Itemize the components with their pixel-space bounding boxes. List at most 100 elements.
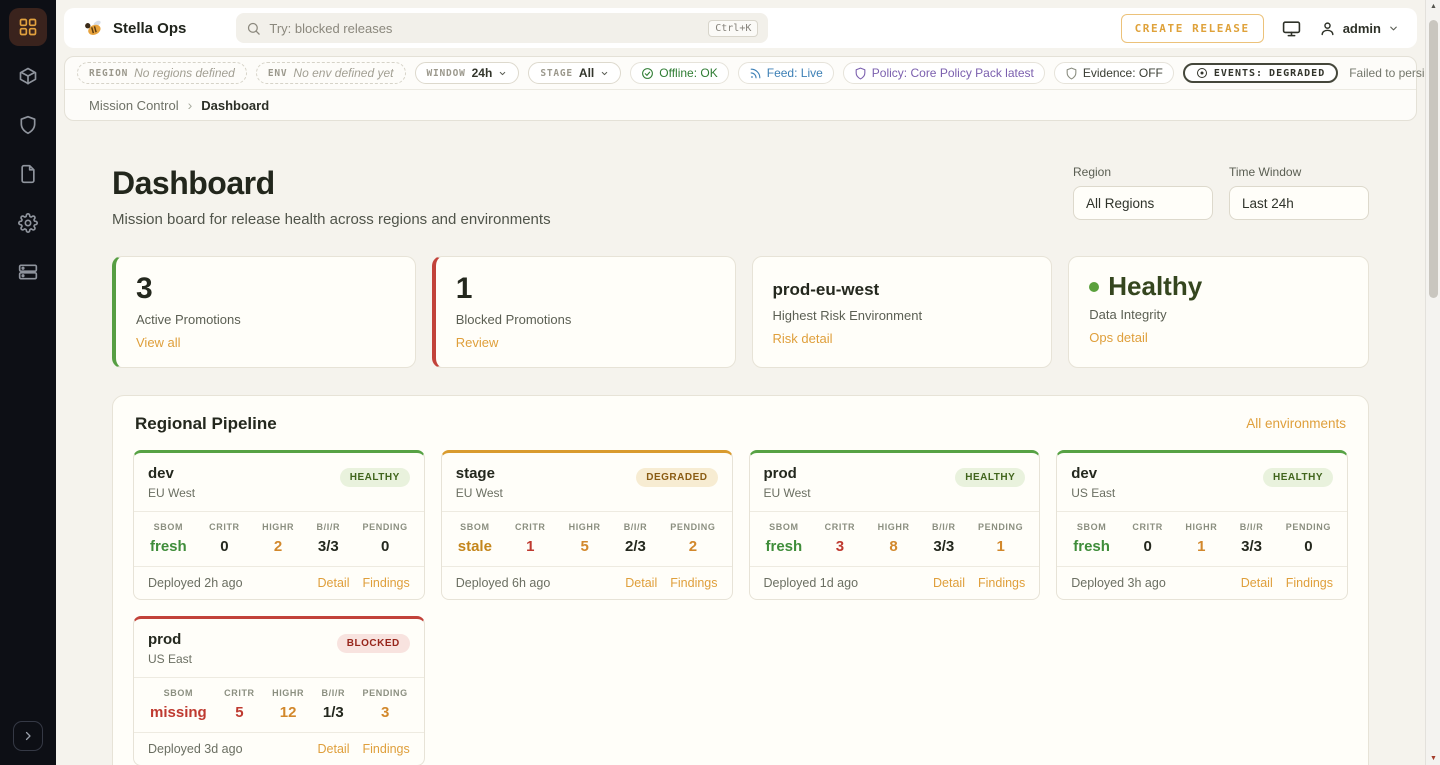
scroll-down-arrow-icon[interactable]: ▼ bbox=[1426, 755, 1440, 762]
detail-link[interactable]: Detail bbox=[318, 576, 350, 590]
offline-status-pill: Offline: OK bbox=[630, 62, 728, 84]
env-card-prod-eu-west: prod EU West HEALTHY SBOMfresh CRITR3 HI… bbox=[749, 450, 1041, 600]
metric-value: 0 bbox=[381, 538, 389, 555]
panel-title: Regional Pipeline bbox=[135, 414, 277, 434]
all-environments-link[interactable]: All environments bbox=[1246, 416, 1346, 431]
scrollbar-thumb[interactable] bbox=[1429, 20, 1438, 298]
findings-link[interactable]: Findings bbox=[978, 576, 1025, 590]
sidebar-item-infrastructure[interactable] bbox=[9, 253, 47, 291]
risk-detail-link[interactable]: Risk detail bbox=[773, 331, 833, 346]
detail-link[interactable]: Detail bbox=[933, 576, 965, 590]
metric-header: SBOM bbox=[154, 522, 183, 532]
window-dropdown-label: WINDOW bbox=[427, 68, 466, 79]
sidebar-item-settings[interactable] bbox=[9, 204, 47, 242]
env-chip[interactable]: ENV No env defined yet bbox=[256, 62, 406, 84]
metric-value: missing bbox=[150, 704, 207, 721]
sidebar-item-releases[interactable] bbox=[9, 57, 47, 95]
app-header: Stella Ops Ctrl+K CREATE RELEASE admin bbox=[64, 8, 1417, 48]
metric-value: 5 bbox=[235, 704, 243, 721]
metric-value: fresh bbox=[766, 538, 803, 555]
metric-highr: HIGHR1 bbox=[1185, 522, 1217, 555]
window-dropdown[interactable]: WINDOW 24h bbox=[415, 62, 520, 84]
metric-sbom: SBOMmissing bbox=[150, 688, 207, 721]
page-title: Dashboard bbox=[112, 165, 551, 202]
metric-value: 5 bbox=[580, 538, 588, 555]
metric-value: 3/3 bbox=[318, 538, 339, 555]
context-warning-text: Failed to persist global context prefere… bbox=[1349, 66, 1425, 80]
detail-link[interactable]: Detail bbox=[1241, 576, 1273, 590]
metric-critr: CRITR5 bbox=[224, 688, 255, 721]
events-value: DEGRADED bbox=[1269, 68, 1325, 79]
context-panel: REGION No regions defined ENV No env def… bbox=[64, 56, 1417, 121]
metric-value: 3/3 bbox=[933, 538, 954, 555]
env-card-dev-us-east: dev US East HEALTHY SBOMfresh CRITR0 HIG… bbox=[1056, 450, 1348, 600]
scroll-up-arrow-icon[interactable]: ▲ bbox=[1426, 3, 1440, 10]
status-badge: HEALTHY bbox=[955, 468, 1025, 487]
metric-pending: PENDING0 bbox=[1286, 522, 1331, 555]
sidebar-item-documents[interactable] bbox=[9, 155, 47, 193]
ops-detail-link[interactable]: Ops detail bbox=[1089, 330, 1148, 345]
metric-bir: B/I/R1/3 bbox=[322, 688, 346, 721]
metric-header: CRITR bbox=[209, 522, 240, 532]
metric-value: stale bbox=[458, 538, 492, 555]
gear-icon bbox=[18, 213, 38, 233]
metric-value: 2 bbox=[274, 538, 282, 555]
view-all-link[interactable]: View all bbox=[136, 335, 181, 350]
metric-value: 2 bbox=[689, 538, 697, 555]
user-menu[interactable]: admin bbox=[1319, 20, 1399, 37]
findings-link[interactable]: Findings bbox=[670, 576, 717, 590]
metric-header: PENDING bbox=[363, 522, 408, 532]
breadcrumb-parent[interactable]: Mission Control bbox=[89, 98, 179, 113]
sidebar-collapse-button[interactable] bbox=[13, 721, 43, 751]
deployed-label: Deployed 3h ago bbox=[1071, 576, 1166, 590]
feed-status-pill: Feed: Live bbox=[738, 62, 834, 84]
search-input[interactable] bbox=[269, 21, 700, 36]
findings-link[interactable]: Findings bbox=[1286, 576, 1333, 590]
findings-link[interactable]: Findings bbox=[363, 742, 410, 756]
chevron-right-icon bbox=[22, 730, 34, 742]
deployed-label: Deployed 6h ago bbox=[456, 576, 551, 590]
metric-header: B/I/R bbox=[322, 688, 346, 698]
window-dropdown-value: 24h bbox=[472, 66, 493, 80]
sidebar-item-dashboard[interactable] bbox=[9, 8, 47, 46]
status-badge: DEGRADED bbox=[636, 468, 717, 487]
metric-header: B/I/R bbox=[1240, 522, 1264, 532]
vertical-scrollbar[interactable]: ▲ ▼ bbox=[1425, 0, 1440, 765]
findings-link[interactable]: Findings bbox=[363, 576, 410, 590]
env-region: US East bbox=[148, 652, 192, 666]
metric-critr: CRITR0 bbox=[209, 522, 240, 555]
metric-highr: HIGHR2 bbox=[262, 522, 294, 555]
user-name: admin bbox=[1343, 21, 1381, 36]
region-filter-select[interactable]: All Regions bbox=[1073, 186, 1213, 220]
events-label: EVENTS: bbox=[1214, 68, 1263, 79]
status-badge: HEALTHY bbox=[1263, 468, 1333, 487]
monitor-icon[interactable] bbox=[1282, 19, 1301, 38]
sidebar-item-security[interactable] bbox=[9, 106, 47, 144]
stat-value: prod-eu-west bbox=[773, 272, 1032, 303]
metric-pending: PENDING2 bbox=[670, 522, 715, 555]
env-name: prod bbox=[148, 631, 192, 648]
policy-status-pill: Policy: Core Policy Pack latest bbox=[843, 62, 1045, 84]
create-release-button[interactable]: CREATE RELEASE bbox=[1121, 14, 1264, 43]
time-window-filter-select[interactable]: Last 24h bbox=[1229, 186, 1369, 220]
stage-dropdown-label: STAGE bbox=[540, 68, 573, 79]
rss-icon bbox=[749, 67, 762, 80]
region-chip[interactable]: REGION No regions defined bbox=[77, 62, 247, 84]
stage-dropdown[interactable]: STAGE All bbox=[528, 62, 621, 84]
metric-header: CRITR bbox=[1132, 522, 1163, 532]
evidence-status-pill: Evidence: OFF bbox=[1054, 62, 1174, 84]
search-bar[interactable]: Ctrl+K bbox=[236, 13, 768, 43]
env-name: dev bbox=[148, 465, 195, 482]
metric-highr: HIGHR12 bbox=[272, 688, 304, 721]
deployed-label: Deployed 1d ago bbox=[764, 576, 859, 590]
detail-link[interactable]: Detail bbox=[625, 576, 657, 590]
metric-critr: CRITR0 bbox=[1132, 522, 1163, 555]
stat-label: Data Integrity bbox=[1089, 307, 1348, 322]
detail-link[interactable]: Detail bbox=[318, 742, 350, 756]
env-name: stage bbox=[456, 465, 503, 482]
env-region: EU West bbox=[148, 486, 195, 500]
shield-icon bbox=[18, 115, 38, 135]
metric-header: PENDING bbox=[978, 522, 1023, 532]
metric-value: 3 bbox=[836, 538, 844, 555]
review-link[interactable]: Review bbox=[456, 335, 499, 350]
